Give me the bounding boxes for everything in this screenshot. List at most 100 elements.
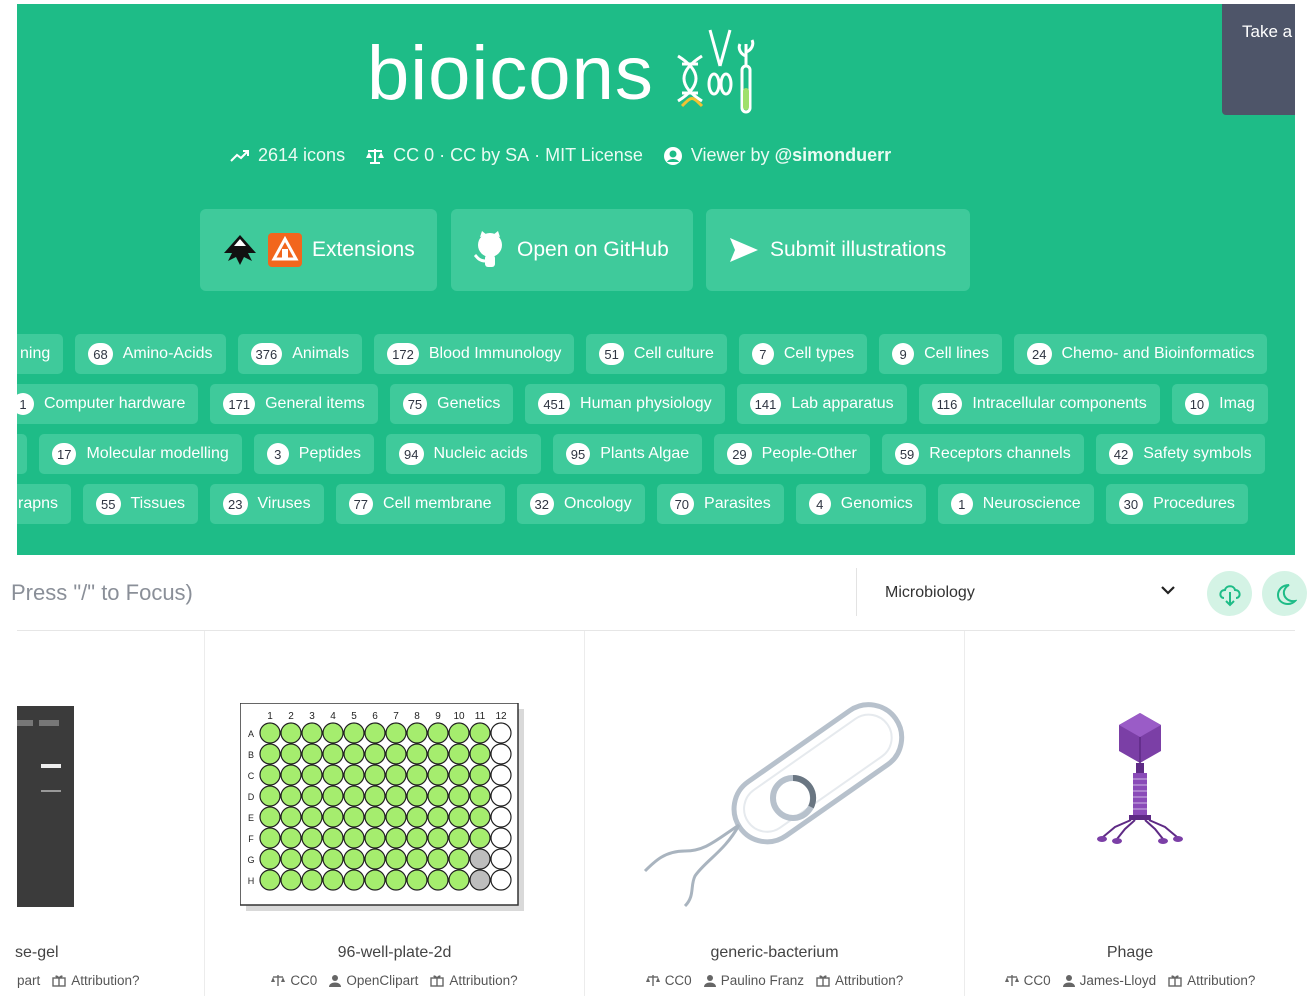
license-ccbysa-link[interactable]: CC by SA bbox=[450, 145, 529, 166]
category-tag[interactable]: 51 Cell culture bbox=[586, 334, 727, 374]
card-attribution[interactable]: Attribution? bbox=[835, 973, 903, 988]
category-tag[interactable]: 171 General items bbox=[210, 384, 378, 424]
icon-card[interactable]: generic-bacterium CC0 Paulino Franz Attr… bbox=[585, 631, 965, 996]
plate-well bbox=[490, 722, 512, 744]
plate-well bbox=[322, 743, 344, 765]
download-button[interactable] bbox=[1207, 571, 1252, 616]
plate-well bbox=[469, 848, 491, 870]
scale-icon bbox=[271, 974, 286, 987]
plate-well bbox=[364, 743, 386, 765]
plate-row-label: F bbox=[248, 834, 254, 844]
tag-count-badge: 30 bbox=[1118, 493, 1144, 515]
icon-card[interactable]: se-gel part Attribution? bbox=[15, 631, 205, 996]
tag-label: Molecular modelling bbox=[86, 445, 229, 462]
category-tag[interactable]: 376 Animals bbox=[237, 334, 363, 374]
card-author[interactable]: part bbox=[17, 973, 40, 988]
category-tag[interactable]: 1 Neuroscience bbox=[937, 484, 1094, 524]
96-well-plate-icon: 1 2 3 4 5 6 7 8 9 10 11 12ABCDEFGH bbox=[240, 703, 524, 911]
category-tag[interactable]: 77 Cell membrane bbox=[335, 484, 505, 524]
card-attribution[interactable]: Attribution? bbox=[71, 973, 139, 988]
category-tag[interactable]: 7 Cell types bbox=[738, 334, 868, 374]
submit-illustrations-button[interactable]: Submit illustrations bbox=[706, 209, 970, 291]
card-author[interactable]: Paulino Franz bbox=[721, 973, 804, 988]
category-tag[interactable]: 17 Molecular modelling bbox=[39, 434, 242, 474]
plate-well bbox=[469, 806, 491, 828]
plate-well bbox=[259, 827, 281, 849]
extensions-button[interactable]: Extensions bbox=[200, 209, 437, 291]
category-select[interactable]: Microbiology bbox=[856, 568, 1197, 616]
license-cc0-link[interactable]: CC 0 bbox=[393, 145, 434, 166]
license-mit-link[interactable]: MIT License bbox=[545, 145, 643, 166]
category-tag[interactable]: rapns bbox=[17, 484, 72, 524]
icon-card[interactable]: Phage CC0 James-Lloyd Attribution? bbox=[965, 631, 1295, 996]
tag-count-badge: 75 bbox=[402, 393, 428, 415]
plate-well bbox=[427, 743, 449, 765]
category-tag[interactable]: 116 Intracellular components bbox=[918, 384, 1160, 424]
category-tag[interactable]: 30 Procedures bbox=[1105, 484, 1248, 524]
icon-grid: se-gel part Attribution? 1 2 3 4 5 6 7 8 9 10 11 12… bbox=[15, 631, 1295, 996]
category-tag[interactable] bbox=[17, 434, 27, 474]
search-placeholder: Press "/" to Focus) bbox=[11, 580, 193, 605]
plate-well bbox=[385, 722, 407, 744]
category-tag[interactable]: 3 Peptides bbox=[253, 434, 375, 474]
tag-count-badge: 55 bbox=[96, 493, 121, 515]
category-tag[interactable]: 23 Viruses bbox=[210, 484, 324, 524]
search-input[interactable]: Press "/" to Focus) bbox=[11, 580, 193, 606]
category-tag[interactable]: 55 Tissues bbox=[83, 484, 199, 524]
take-tour-button[interactable]: Take a bbox=[1222, 4, 1295, 115]
plate-row-label: H bbox=[248, 876, 255, 886]
card-attribution[interactable]: Attribution? bbox=[1187, 973, 1255, 988]
category-tag[interactable]: ning bbox=[17, 334, 64, 374]
category-tag[interactable]: 1 Computer hardware bbox=[17, 384, 199, 424]
category-tag[interactable]: 42 Safety symbols bbox=[1095, 434, 1265, 474]
category-tag[interactable]: 75 Genetics bbox=[389, 384, 514, 424]
plate-well bbox=[322, 764, 344, 786]
plate-column-label: 11 bbox=[475, 711, 486, 722]
category-tag[interactable]: 59 Receptors channels bbox=[881, 434, 1084, 474]
card-attribution[interactable]: Attribution? bbox=[449, 973, 517, 988]
tag-label: Computer hardware bbox=[44, 395, 186, 412]
plate-well bbox=[448, 869, 470, 891]
category-tag[interactable]: 172 Blood Immunology bbox=[374, 334, 575, 374]
category-tag[interactable]: 68 Amino-Acids bbox=[75, 334, 226, 374]
plate-well bbox=[448, 785, 470, 807]
plate-well bbox=[280, 848, 302, 870]
card-author[interactable]: OpenClipart bbox=[346, 973, 418, 988]
plate-well bbox=[364, 785, 386, 807]
tag-count-badge: 116 bbox=[931, 393, 963, 415]
tag-count-badge: 59 bbox=[894, 443, 920, 465]
category-tag[interactable]: 9 Cell lines bbox=[879, 334, 1003, 374]
gift-icon bbox=[1168, 974, 1182, 987]
cloud-download-icon bbox=[1218, 584, 1241, 606]
category-tag[interactable]: 95 Plants Algae bbox=[552, 434, 703, 474]
category-tag[interactable]: 32 Oncology bbox=[516, 484, 645, 524]
category-tag[interactable]: 451 Human physiology bbox=[525, 384, 725, 424]
category-tag[interactable]: 141 Lab apparatus bbox=[736, 384, 907, 424]
tag-label: Lab apparatus bbox=[791, 395, 894, 412]
plate-well bbox=[301, 722, 323, 744]
card-author[interactable]: James-Lloyd bbox=[1080, 973, 1157, 988]
category-tag[interactable]: 4 Genomics bbox=[795, 484, 926, 524]
plate-well bbox=[259, 743, 281, 765]
tag-count-badge: 42 bbox=[1108, 443, 1134, 465]
category-tag[interactable]: 10 Imag bbox=[1171, 384, 1268, 424]
category-tag[interactable]: 24 Chemo- and Bioinformatics bbox=[1014, 334, 1268, 374]
dark-mode-button[interactable] bbox=[1262, 571, 1307, 616]
plate-well bbox=[427, 806, 449, 828]
plate-well bbox=[385, 764, 407, 786]
tag-count-badge: 77 bbox=[348, 493, 374, 515]
github-button[interactable]: Open on GitHub bbox=[451, 209, 693, 291]
tag-count-badge: 1 bbox=[17, 393, 34, 415]
tag-count-badge: 17 bbox=[52, 443, 77, 465]
plate-well bbox=[259, 785, 281, 807]
tag-label: Oncology bbox=[563, 495, 632, 512]
tag-label: Plants Algae bbox=[600, 445, 690, 462]
category-tag[interactable]: 94 Nucleic acids bbox=[386, 434, 541, 474]
category-tag[interactable]: 29 People-Other bbox=[714, 434, 870, 474]
icon-card[interactable]: 1 2 3 4 5 6 7 8 9 10 11 12 A B C D E F G H 96-well-plate-2d… bbox=[205, 631, 585, 996]
viewer-handle-link[interactable]: @simonduerr bbox=[775, 145, 892, 166]
tag-count-badge: 171 bbox=[223, 393, 256, 415]
tag-label: Neuroscience bbox=[982, 495, 1081, 512]
category-tag[interactable]: 70 Parasites bbox=[656, 484, 784, 524]
plate-well bbox=[343, 869, 365, 891]
